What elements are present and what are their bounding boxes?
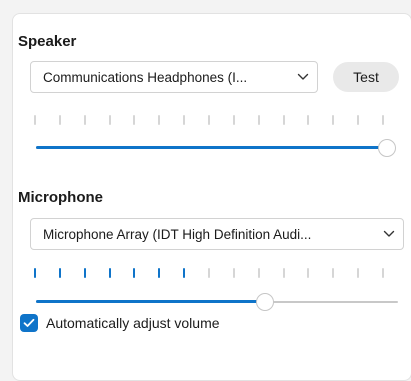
level-tick (382, 268, 384, 278)
microphone-slider-fill (36, 300, 265, 303)
level-tick (58, 115, 61, 125)
level-tick (257, 115, 260, 125)
checkmark-icon (23, 318, 35, 327)
microphone-volume-slider[interactable] (36, 292, 398, 312)
chevron-down-icon (289, 73, 317, 81)
level-tick (357, 115, 360, 125)
auto-adjust-checkbox[interactable] (20, 314, 38, 332)
microphone-slider-thumb[interactable] (256, 293, 274, 311)
microphone-device-dropdown[interactable]: Microphone Array (IDT High Definition Au… (30, 218, 404, 250)
speaker-slider-thumb[interactable] (378, 139, 396, 157)
speaker-device-dropdown[interactable]: Communications Headphones (I... (30, 61, 318, 93)
level-tick (158, 268, 161, 278)
speaker-heading: Speaker (18, 33, 77, 50)
level-tick (108, 115, 111, 125)
level-tick (208, 268, 210, 278)
level-tick (332, 268, 335, 278)
level-tick (108, 268, 111, 278)
level-tick (232, 115, 235, 125)
level-tick (34, 115, 36, 125)
chevron-down-icon (375, 230, 403, 238)
microphone-level-meter (34, 268, 384, 280)
level-tick (307, 115, 310, 125)
level-tick (307, 268, 310, 278)
speaker-device-name: Communications Headphones (I... (43, 69, 248, 85)
level-tick (34, 268, 36, 278)
test-speaker-button[interactable]: Test (333, 62, 399, 92)
level-tick (183, 115, 186, 125)
level-tick (183, 268, 186, 278)
auto-adjust-label: Automatically adjust volume (46, 315, 220, 331)
level-tick (257, 268, 260, 278)
auto-adjust-volume-option[interactable]: Automatically adjust volume (20, 314, 220, 332)
speaker-slider-fill (36, 146, 387, 149)
level-tick (133, 115, 136, 125)
level-tick (332, 115, 335, 125)
level-tick (382, 115, 384, 125)
level-tick (83, 268, 86, 278)
level-tick (208, 115, 210, 125)
level-tick (158, 115, 161, 125)
level-tick (282, 115, 285, 125)
level-tick (58, 268, 61, 278)
speaker-volume-slider[interactable] (36, 138, 396, 158)
level-tick (357, 268, 360, 278)
level-tick (83, 115, 86, 125)
microphone-device-name: Microphone Array (IDT High Definition Au… (43, 226, 312, 242)
level-tick (282, 268, 285, 278)
microphone-heading: Microphone (18, 189, 103, 206)
speaker-level-meter (34, 115, 384, 127)
level-tick (133, 268, 136, 278)
level-tick (232, 268, 235, 278)
